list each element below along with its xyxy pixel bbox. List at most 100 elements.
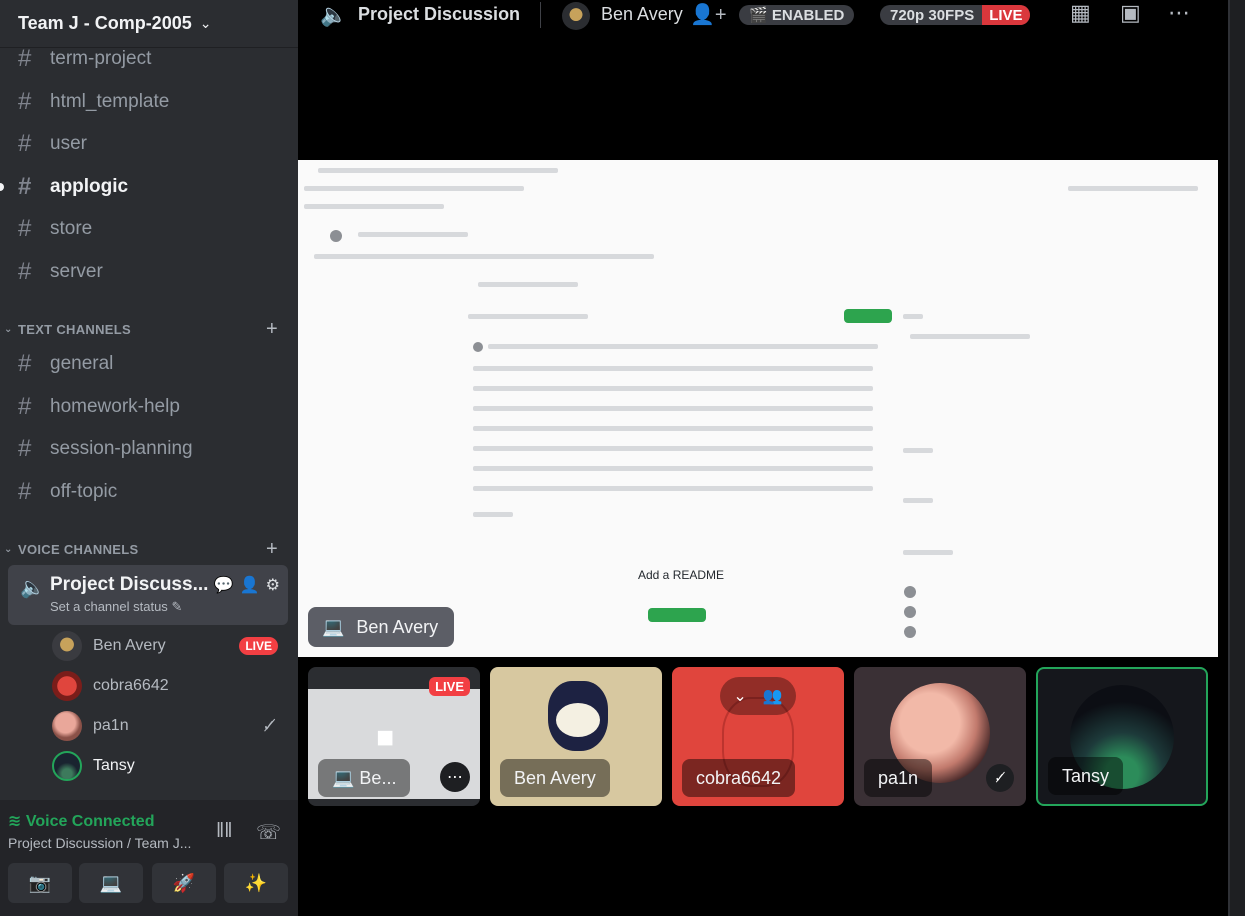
channel-status[interactable]: Set a channel status ✎ [50, 599, 182, 615]
camera-button[interactable]: 📷 [8, 863, 72, 903]
category-label: TEXT CHANNELS [18, 321, 131, 337]
tile-label: cobra6642 [682, 759, 796, 797]
host-avatar [562, 2, 590, 30]
hash-icon: # [18, 45, 32, 72]
stream-about-text [910, 334, 1030, 339]
speaker-icon: 🔈 [320, 2, 348, 27]
enabled-pill: 🎬 ENABLED [739, 5, 855, 25]
avatar [52, 671, 82, 701]
channel-name: off-topic [50, 481, 118, 502]
channel-name: applogic [50, 176, 129, 197]
channel-term-project[interactable]: # term-project [18, 42, 151, 76]
stream-repo-tabs [314, 254, 654, 259]
channel-name: general [50, 353, 114, 374]
monitor-icon: 💻 [332, 767, 360, 788]
voice-connection-panel: ≋ Voice Connected Project Discussion / T… [0, 800, 298, 916]
tile-controls[interactable]: ⌄ 👥 [720, 677, 796, 715]
voice-user-ben-avery[interactable]: Ben Avery LIVE [52, 630, 288, 662]
noise-suppression-icon[interactable]: ‖‖ [216, 820, 233, 843]
channel-server[interactable]: # server [18, 255, 103, 289]
clapper-icon: 🎬 [749, 7, 772, 24]
voice-channels-category[interactable]: ⌄ VOICE CHANNELS + [4, 538, 284, 561]
voice-user-cobra6642[interactable]: cobra6642 [52, 670, 288, 702]
hash-icon: # [18, 350, 32, 377]
tile-tansy[interactable]: Tansy [1036, 667, 1208, 806]
stream-repo-title [478, 282, 578, 287]
channel-applogic[interactable]: # applogic [18, 170, 128, 204]
hash-icon: # [18, 435, 32, 462]
channel-session-planning[interactable]: # session-planning [18, 432, 193, 466]
channel-store[interactable]: # store [18, 212, 92, 246]
channel-homework-help[interactable]: # homework-help [18, 390, 180, 424]
stream-repo-header [358, 232, 468, 237]
server-header[interactable]: Team J - Comp-2005 ⌄ [0, 0, 298, 48]
more-options-icon[interactable]: ⋯ [1168, 0, 1190, 26]
voice-user-tansy[interactable]: Tansy [52, 750, 288, 782]
category-label: VOICE CHANNELS [18, 541, 139, 557]
tile-label: pa1n [864, 759, 933, 797]
screen-share-view[interactable]: Add a README 💻 Ben Avery [298, 160, 1218, 657]
stream-file-row [473, 386, 873, 391]
channel-name: user [50, 133, 87, 154]
grid-view-icon[interactable]: ▦ [1070, 0, 1091, 26]
stream-contributor-avatar [904, 626, 916, 638]
stream-addressbar [304, 186, 524, 191]
stream-readme-button [648, 608, 706, 622]
tile-label: 💻 Be... [318, 759, 411, 797]
popout-icon[interactable]: ▣ [1120, 0, 1141, 26]
speaker-icon: 🔈 [20, 577, 45, 599]
screen-share-button[interactable]: 💻 [79, 863, 143, 903]
chevron-down-icon: ⌄ [4, 543, 13, 555]
channel-html-template[interactable]: # html_template [18, 85, 169, 119]
gear-icon[interactable]: ⚙ [266, 575, 280, 595]
disconnect-icon[interactable]: ☏ [256, 820, 281, 845]
stream-packages [903, 498, 933, 503]
scrollbar-track [1228, 0, 1230, 916]
text-channels-category[interactable]: ⌄ TEXT CHANNELS + [4, 318, 284, 341]
channel-general[interactable]: # general [18, 347, 113, 381]
hash-icon: # [18, 215, 32, 242]
activity-button[interactable]: 🚀 [152, 863, 216, 903]
more-options-icon[interactable]: ⋯ [440, 762, 470, 792]
tile-cobra6642[interactable]: ⌄ 👥 cobra6642 [672, 667, 844, 806]
tile-name: Be... [359, 767, 397, 788]
stream-commit-row [488, 344, 878, 349]
user-name: pa1n [93, 717, 129, 734]
voice-connected-status[interactable]: ≋ Voice Connected [8, 811, 154, 831]
channel-off-topic[interactable]: # off-topic [18, 475, 117, 509]
soundboard-button[interactable]: ✨ [224, 863, 288, 903]
tile-name: cobra6642 [696, 767, 782, 788]
stream-contributor-avatar [904, 606, 916, 618]
tile-pa1n[interactable]: pa1n ✓̸ [854, 667, 1026, 806]
invite-user-icon[interactable]: 👤+ [690, 2, 727, 27]
channel-name: session-planning [50, 438, 193, 459]
stream-commit-avatar [473, 342, 483, 352]
hash-icon: # [18, 173, 32, 200]
invite-icon[interactable]: 👤 [240, 575, 260, 595]
quality-text: 720p 30FPS [890, 6, 975, 24]
tile-label: Ben Avery [500, 759, 610, 797]
scrollbar[interactable] [1228, 0, 1245, 916]
add-channel-icon[interactable]: + [266, 538, 278, 561]
monitor-icon: 💻 [322, 616, 345, 637]
tile-stream-preview[interactable]: ■ LIVE 💻 Be... ⋯ [308, 667, 480, 806]
user-name: cobra6642 [93, 677, 169, 694]
stream-file-row [473, 366, 873, 371]
stream-quality-pill: 720p 30FPS LIVE [880, 5, 1030, 25]
muted-icon: ✓̸ [262, 718, 276, 735]
channel-status-text: Set a channel status [50, 599, 168, 614]
stream-contributor-avatar [904, 586, 916, 598]
rocket-icon: 🚀 [172, 872, 196, 893]
voice-channel-name: Project Discuss... [50, 574, 209, 595]
voice-user-pa1n[interactable]: pa1n ✓̸ [52, 710, 288, 742]
channel-user[interactable]: # user [18, 127, 87, 161]
tile-ben-avery[interactable]: Ben Avery [490, 667, 662, 806]
add-channel-icon[interactable]: + [266, 318, 278, 341]
chat-icon[interactable]: 💬 [214, 575, 234, 595]
chevron-down-icon: ⌄ [4, 323, 13, 335]
stream-owner-name: Ben Avery [356, 616, 439, 637]
server-sidebar: Team J - Comp-2005 ⌄ # term-project # ht… [0, 0, 298, 916]
voice-channel-project-discussion[interactable]: 🔈 Project Discuss... Set a channel statu… [8, 565, 288, 625]
stream-readme-text: Add a README [638, 568, 725, 582]
live-badge: LIVE [429, 677, 470, 696]
